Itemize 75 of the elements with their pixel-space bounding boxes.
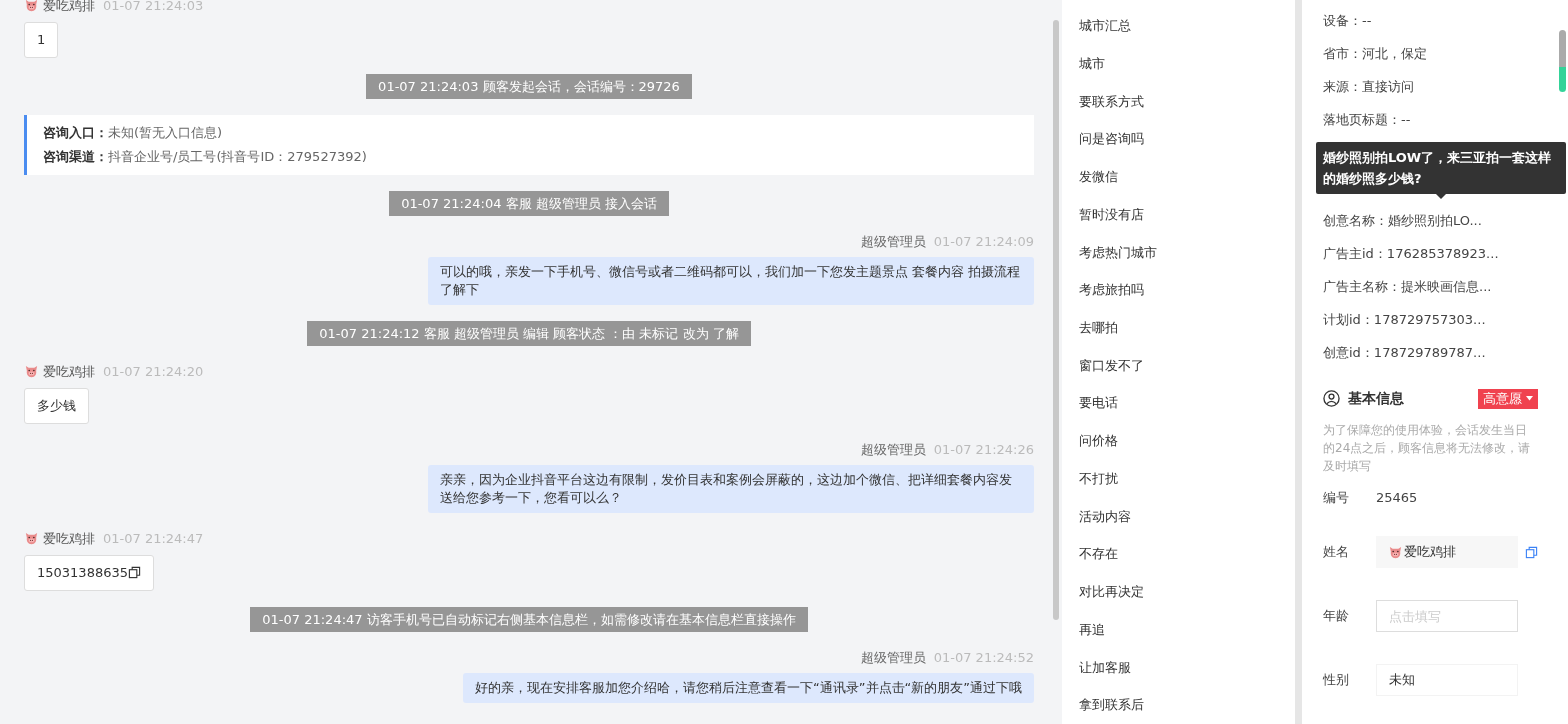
pig-face-icon <box>24 0 39 14</box>
customer-name: 爱吃鸡排 <box>43 530 95 548</box>
field-label: 姓名 <box>1323 543 1350 562</box>
scrollbar-thumb[interactable] <box>1053 20 1059 620</box>
customer-name: 爱吃鸡排 <box>43 0 95 15</box>
quick-reply-item[interactable]: 问价格 <box>1062 422 1295 460</box>
agent-name: 超级管理员 <box>860 648 926 667</box>
quick-reply-item[interactable]: 让加客服 <box>1062 648 1295 687</box>
quick-reply-item[interactable]: 要联系方式 <box>1062 82 1295 121</box>
field-label: 年龄 <box>1323 607 1350 626</box>
quick-reply-item[interactable]: 城市 <box>1062 44 1295 83</box>
source-info-item: 落地页标题：-- <box>1323 110 1412 129</box>
system-notice: 01-07 21:24:04 客服 超级管理员 接入会话 <box>389 190 669 216</box>
source-info-item: 设备：-- <box>1323 11 1373 30</box>
field-label: 编号 <box>1323 489 1350 508</box>
quick-reply-item[interactable]: 要电话 <box>1062 384 1295 423</box>
pig-face-icon <box>24 531 39 547</box>
message-text: 1 <box>37 30 46 49</box>
quick-reply-item[interactable]: 拿到联系后 <box>1062 686 1295 724</box>
section-title: 基本信息 <box>1348 389 1404 408</box>
agent-message: 好的亲，现在安排客服加您介绍哈，请您稍后注意查看一下“通讯录”并点击“新的朋友”通过下哦 <box>463 673 1034 703</box>
source-info-item: 计划id：178729757303... <box>1323 310 1487 329</box>
source-info-item: 来源：直接访问 <box>1323 77 1415 96</box>
info-value: 抖音企业号/员工号(抖音号ID：279527392) <box>108 148 367 166</box>
system-notice: 01-07 21:24:03 顾客发起会话，会话编号：29726 <box>366 73 692 99</box>
quick-reply-item[interactable]: 城市汇总 <box>1062 7 1295 45</box>
message-text: 多少钱 <box>37 396 76 415</box>
notice-text: 为了保障您的使用体验，会话发生当日的24点之后，顾客信息将无法修改，请及时填写 <box>1323 422 1532 475</box>
tooltip: 婚纱照别拍LOW了，来三亚拍一套这样的婚纱照多少钱? <box>1316 142 1566 194</box>
quick-reply-item[interactable]: 考虑热门城市 <box>1062 233 1295 272</box>
pig-face-icon <box>1388 544 1403 560</box>
info-label: 咨询渠道： <box>43 148 108 166</box>
quick-reply-item[interactable]: 暂时没有店 <box>1062 195 1295 234</box>
message-time: 01-07 21:24:20 <box>103 363 204 381</box>
tooltip-pointer <box>1436 194 1446 199</box>
quick-reply-item[interactable]: 去哪拍 <box>1062 308 1295 347</box>
customer-name: 爱吃鸡排 <box>43 363 95 381</box>
message-text: 15031388635 <box>37 563 128 582</box>
agent-name: 超级管理员 <box>860 440 926 459</box>
source-info-item: 广告主id：176285378923... <box>1323 244 1500 263</box>
quick-reply-item[interactable]: 再追 <box>1062 610 1295 649</box>
quick-reply-item[interactable]: 不存在 <box>1062 535 1295 573</box>
quick-reply-item[interactable]: 问是咨询吗 <box>1062 120 1295 158</box>
message-time: 01-07 21:24:03 <box>103 0 204 15</box>
agent-message: 可以的哦，亲发一下手机号、微信号或者二维码都可以，我们加一下您发主题景点 套餐内容 拍摄流程了解下 <box>428 257 1034 305</box>
message-time: 01-07 21:24:26 <box>933 440 1034 459</box>
system-notice: 01-07 21:24:12 客服 超级管理员 编辑 顾客状态 ：由 未标记 改为 了解 <box>307 321 751 346</box>
field-label: 性别 <box>1323 671 1350 690</box>
quick-reply-item[interactable]: 对比再决定 <box>1062 573 1295 611</box>
quick-reply-item[interactable]: 不打扰 <box>1062 459 1295 498</box>
message-time: 01-07 21:24:52 <box>933 648 1034 667</box>
system-notice: 01-07 21:24:47 访客手机号已自动标记右侧基本信息栏，如需修改请在基本信息栏直接操作 <box>250 606 808 632</box>
source-info-item: 创意id：178729789787... <box>1323 343 1487 362</box>
info-value: 未知(暂无入口信息) <box>108 123 223 142</box>
caret-icon <box>1526 396 1533 401</box>
copy-icon[interactable] <box>128 566 141 579</box>
pig-face-icon <box>24 364 39 380</box>
quick-reply-item[interactable]: 活动内容 <box>1062 497 1295 536</box>
agent-message: 亲亲，因为企业抖音平台这边有限制，发价目表和案例会屏蔽的，这边加个微信、把详细套餐内容发送给您参考一下，您看可以么？ <box>428 465 1034 513</box>
quick-reply-item[interactable]: 发微信 <box>1062 157 1295 196</box>
source-info-item: 创意名称：婚纱照别拍LO... <box>1323 211 1483 230</box>
message-time: 01-07 21:24:09 <box>933 232 1034 251</box>
scrollbar-thumb[interactable] <box>1559 30 1566 92</box>
info-label: 咨询入口： <box>43 123 108 142</box>
source-info-item: 广告主名称：提米映画信息... <box>1323 277 1493 296</box>
user-icon <box>1323 390 1340 407</box>
gender-field[interactable]: 未知 <box>1376 664 1518 696</box>
quick-reply-item[interactable]: 窗口发不了 <box>1062 346 1295 385</box>
quick-reply-item[interactable]: 考虑旅拍吗 <box>1062 271 1295 309</box>
intent-tag-dropdown[interactable]: 高意愿 <box>1478 388 1538 409</box>
field-value: 25465 <box>1376 489 1418 508</box>
name-field[interactable]: 爱吃鸡排 <box>1376 536 1518 568</box>
agent-name: 超级管理员 <box>860 232 926 251</box>
source-info-item: 省市：河北，保定 <box>1323 44 1428 63</box>
message-time: 01-07 21:24:47 <box>103 530 204 548</box>
